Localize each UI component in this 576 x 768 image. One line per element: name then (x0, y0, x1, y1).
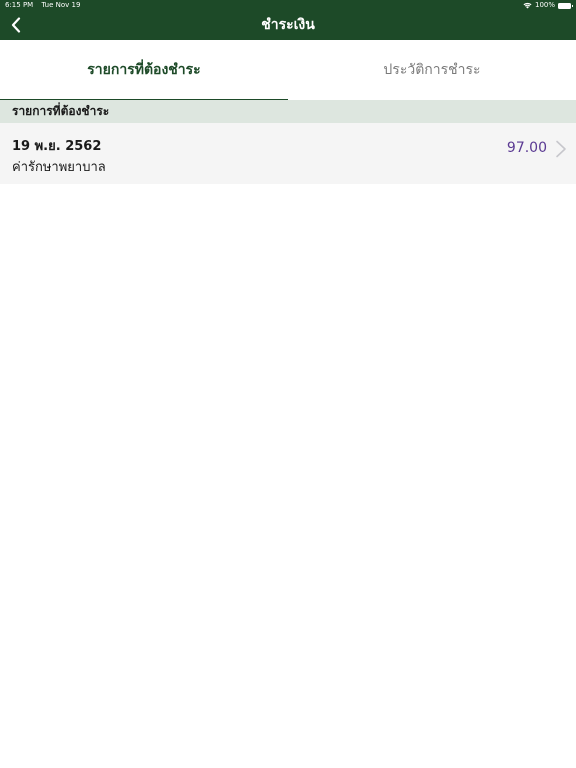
battery-percent: 100% (534, 1, 555, 9)
status-date: Tue Nov 19 (41, 1, 81, 9)
item-amount: 97.00 (506, 140, 547, 156)
list-item[interactable]: 19 พ.ย. 2562 ค่ารักษาพยาบาล 97.00 (0, 123, 576, 184)
chevron-right-icon (556, 140, 566, 158)
status-time: 6:15 PM (5, 1, 34, 9)
page-title: ชำระเงิน (261, 17, 315, 33)
status-right: 100% (523, 0, 573, 11)
nav-bar: ชำระเงิน (0, 11, 576, 40)
tab-bar: รายการที่ต้องชำระ ประวัติการชำระ (0, 40, 576, 100)
status-left: 6:15 PM Tue Nov 19 (5, 0, 80, 11)
wifi-icon (523, 2, 532, 9)
tab-pending-payments[interactable]: รายการที่ต้องชำระ (0, 40, 288, 100)
tab-payment-history[interactable]: ประวัติการชำระ (288, 40, 576, 100)
item-date: 19 พ.ย. 2562 (12, 139, 102, 154)
section-header: รายการที่ต้องชำระ (0, 100, 576, 123)
battery-icon (558, 2, 573, 9)
status-bar: 6:15 PM Tue Nov 19 100% (0, 0, 576, 11)
item-description: ค่ารักษาพยาบาล (12, 160, 106, 175)
